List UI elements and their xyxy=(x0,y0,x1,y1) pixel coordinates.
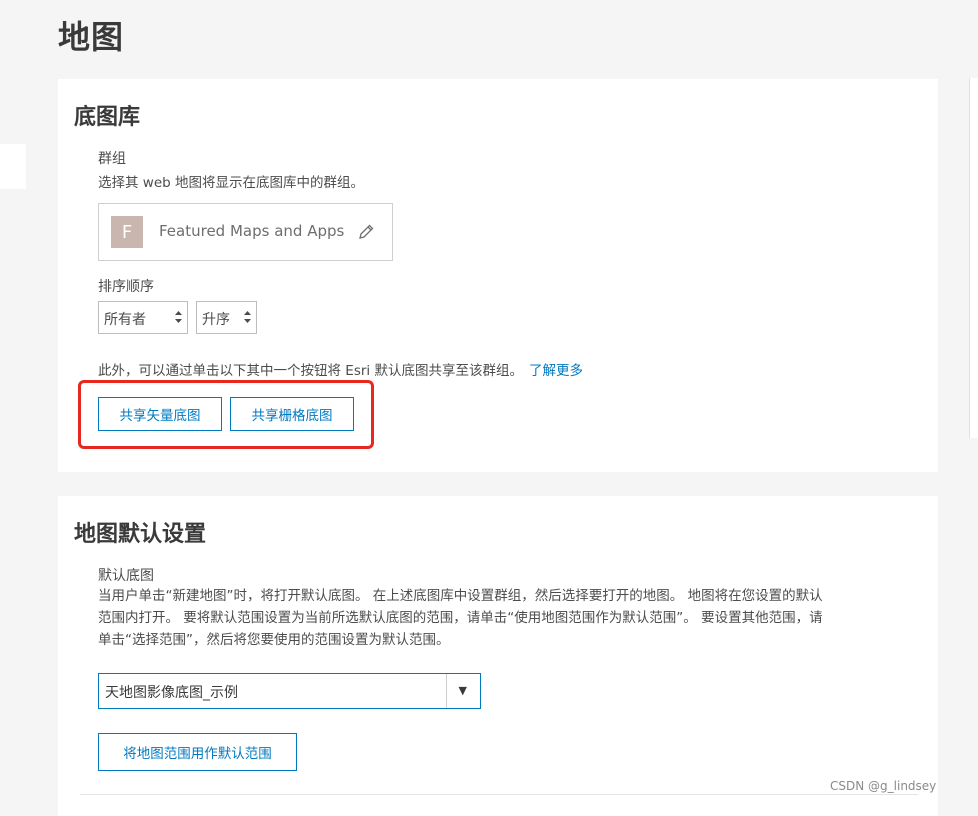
sort-field-value: 所有者 xyxy=(104,312,146,328)
default-basemap-select[interactable]: 天地图影像底图_示例 ▼ xyxy=(98,673,481,709)
select-divider xyxy=(446,674,447,708)
map-defaults-section: 地图默认设置 默认底图 当用户单击“新建地图”时，将打开默认底图。 在上述底图库… xyxy=(58,496,938,816)
share-text: 此外，可以通过单击以下其中一个按钮将 Esri 默认底图共享至该群组。 xyxy=(98,363,523,379)
section-divider xyxy=(80,794,918,795)
basemap-gallery-section: 底图库 群组 选择其 web 地图将显示在底图库中的群组。 F Featured… xyxy=(58,79,938,472)
watermark: CSDN @g_lindsey xyxy=(830,779,937,793)
default-basemap-label: 默认底图 xyxy=(98,568,154,584)
right-panel-stub xyxy=(969,78,978,438)
use-map-extent-button[interactable]: 将地图范围用作默认范围 xyxy=(98,733,297,771)
left-panel-stub xyxy=(0,144,26,189)
group-avatar: F xyxy=(111,216,143,248)
default-basemap-desc-3: 单击“选择范围”，然后将您要使用的范围设置为默认范围。 xyxy=(98,632,450,648)
sort-order-value: 升序 xyxy=(202,312,230,328)
share-description: 此外，可以通过单击以下其中一个按钮将 Esri 默认底图共享至该群组。 了解更多 xyxy=(98,360,583,382)
group-description: 选择其 web 地图将显示在底图库中的群组。 xyxy=(98,175,364,191)
chevron-down-icon[interactable]: ▼ xyxy=(459,684,467,697)
map-defaults-title: 地图默认设置 xyxy=(74,522,207,547)
group-label: 群组 xyxy=(98,151,126,167)
sort-order-select[interactable]: 升序 xyxy=(196,301,257,334)
default-basemap-desc-2: 范围内打开。 要将默认范围设置为当前所选默认底图的范围，请单击“使用地图范围作为… xyxy=(98,610,823,626)
group-name: Featured Maps and Apps xyxy=(159,222,345,240)
default-basemap-desc-1: 当用户单击“新建地图”时，将打开默认底图。 在上述底图库中设置群组，然后选择要打… xyxy=(98,588,823,604)
page-title: 地图 xyxy=(58,18,125,56)
select-arrows-icon xyxy=(175,311,182,323)
sort-field-select[interactable]: 所有者 xyxy=(98,301,188,334)
pencil-icon[interactable] xyxy=(357,223,375,241)
select-arrows-icon xyxy=(244,311,251,323)
basemap-gallery-title: 底图库 xyxy=(74,105,141,130)
sort-order-label: 排序顺序 xyxy=(98,279,154,295)
default-basemap-value: 天地图影像底图_示例 xyxy=(105,685,238,701)
learn-more-link[interactable]: 了解更多 xyxy=(529,363,583,379)
group-selector[interactable]: F Featured Maps and Apps xyxy=(98,203,393,261)
highlight-annotation xyxy=(78,380,374,449)
